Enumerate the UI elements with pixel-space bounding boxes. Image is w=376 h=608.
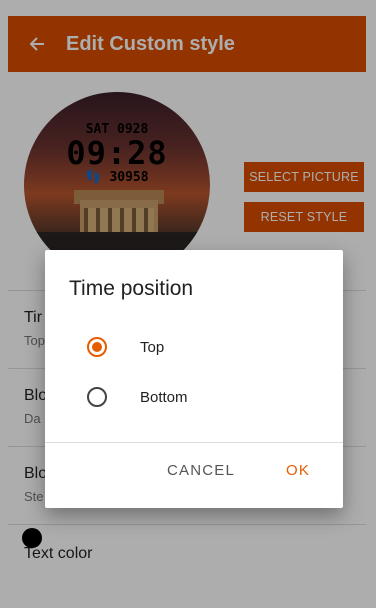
ok-button[interactable]: OK xyxy=(286,462,310,479)
dialog-title: Time position xyxy=(69,277,194,300)
radio-unselected-icon[interactable] xyxy=(87,387,107,407)
dialog-divider xyxy=(45,442,343,443)
radio-selected-icon[interactable] xyxy=(87,337,107,357)
option-label: Top xyxy=(140,338,165,356)
option-label: Bottom xyxy=(140,388,188,406)
time-position-dialog: Time position Top Bottom CANCEL OK xyxy=(45,250,343,508)
option-top[interactable]: Top xyxy=(45,325,343,369)
cancel-button[interactable]: CANCEL xyxy=(167,462,235,479)
option-bottom[interactable]: Bottom xyxy=(45,375,343,419)
